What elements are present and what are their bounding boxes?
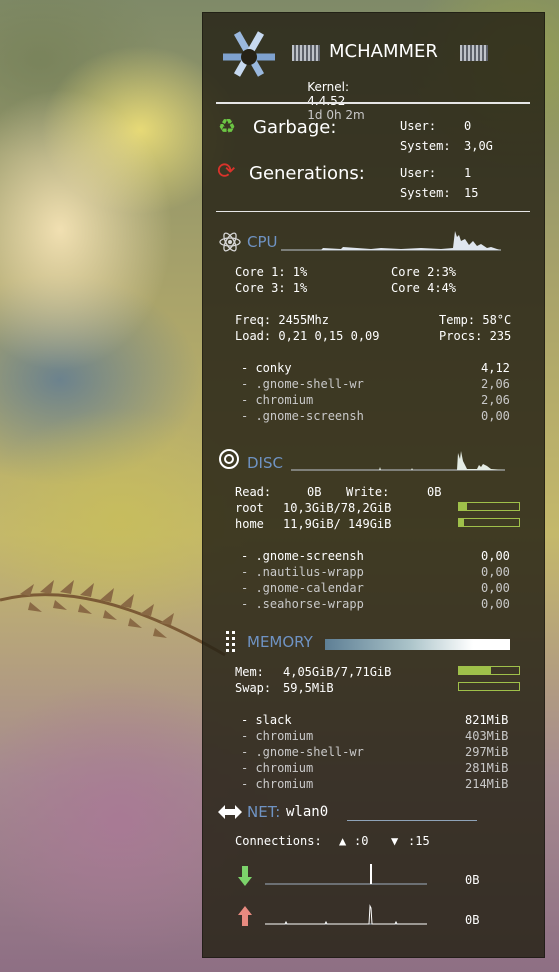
disc-write-label: Write: (346, 485, 390, 499)
up-arrow-icon (238, 906, 252, 926)
refresh-icon: ⟳ (217, 159, 236, 184)
home-usage-bar (458, 518, 520, 527)
home-usage: 11,9GiB/ 149GiB (283, 517, 392, 531)
swap-usage-bar (458, 682, 520, 691)
memory-process-value: 403MiB (465, 729, 509, 743)
disc-title: DISC (247, 454, 283, 472)
memory-process-value: 281MiB (465, 761, 509, 775)
nix-divider (216, 211, 530, 212)
mem-usage-bar (458, 666, 520, 675)
mem-label: Mem: (235, 665, 264, 679)
disc-read-label: Read: (235, 485, 272, 499)
garbage-user-value: 0 (464, 119, 472, 133)
root-label: root (235, 501, 264, 515)
cpu-core1: Core 1: 1% (235, 265, 308, 279)
recycle-icon: ♻ (218, 114, 236, 138)
garbage-system-label: System: (400, 139, 451, 153)
cpu-procs: Procs: 235 (439, 329, 512, 343)
cpu-process-name: - .gnome-screensh (241, 409, 364, 423)
conky-panel: MCHAMMER Kernel: 4.4.52 1d 0h 2m ♻ Garba… (202, 12, 545, 958)
cpu-load: Load: 0,21 0,15 0,09 (235, 329, 380, 343)
cpu-process-value: 2,06 (481, 393, 510, 407)
disc-read-value: 0B (307, 485, 322, 499)
cpu-process-value: 2,06 (481, 377, 510, 391)
header-divider (216, 102, 530, 104)
down-arrow-icon (238, 866, 252, 886)
garbage-user-label: User: (400, 119, 437, 133)
cpu-core3: Core 3: 1% (235, 281, 308, 295)
memory-gradient-bar (325, 639, 510, 650)
cpu-process-name: - .gnome-shell-wr (241, 377, 364, 391)
connections-label: Connections: (235, 834, 322, 848)
connections-out: :15 (408, 834, 430, 848)
generations-label: Generations: (249, 163, 365, 184)
root-usage-bar (458, 502, 520, 511)
username: MCHAMMER (329, 41, 438, 62)
garbage-system-value: 3,0G (464, 139, 493, 153)
double-arrow-icon (218, 805, 242, 819)
cpu-core4: Core 4:4% (391, 281, 457, 295)
swap-usage: 59,5MiB (283, 681, 334, 695)
cpu-process-name: - conky (241, 361, 292, 375)
upload-graph (265, 904, 427, 925)
garbage-label: Garbage: (253, 117, 337, 138)
upload-value: 0B (465, 913, 480, 927)
atom-icon (219, 232, 241, 252)
disc-write-value: 0B (427, 485, 442, 499)
cpu-title: CPU (247, 233, 278, 251)
disc-process-name: - .seahorse-wrapp (241, 597, 364, 611)
swap-label: Swap: (235, 681, 272, 695)
generations-user-value: 1 (464, 166, 472, 180)
mem-usage-fill (459, 667, 491, 674)
mem-usage: 4,05GiB/7,71GiB (283, 665, 392, 679)
cpu-graph (281, 231, 501, 251)
disc-process-name: - .gnome-screensh (241, 549, 364, 563)
username-left-block (292, 45, 320, 61)
generations-system-value: 15 (464, 186, 479, 200)
disc-process-name: - .gnome-calendar (241, 581, 364, 595)
net-title: NET: (247, 803, 281, 821)
nixos-snowflake-icon (223, 31, 275, 77)
cpu-process-name: - chromium (241, 393, 314, 407)
net-interface-underline (347, 820, 477, 821)
memory-process-name: - chromium (241, 761, 314, 775)
memory-process-name: - slack (241, 713, 292, 727)
memory-process-name: - chromium (241, 729, 314, 743)
memory-title: MEMORY (247, 633, 313, 651)
cpu-freq: Freq: 2455Mhz (235, 313, 329, 327)
home-usage-fill (459, 519, 464, 526)
disc-process-value: 0,00 (481, 597, 510, 611)
net-interface: wlan0 (286, 804, 329, 820)
disc-process-value: 0,00 (481, 565, 510, 579)
cpu-temp: Temp: 58°C (439, 313, 512, 327)
generations-user-label: User: (400, 166, 437, 180)
cpu-process-value: 4,12 (481, 361, 510, 375)
cpu-process-value: 0,00 (481, 409, 510, 423)
memory-process-value: 214MiB (465, 777, 509, 791)
memory-process-value: 297MiB (465, 745, 509, 759)
root-usage: 10,3GiB/78,2GiB (283, 501, 392, 515)
memory-process-name: - .gnome-shell-wr (241, 745, 364, 759)
disc-icon (219, 449, 239, 469)
username-right-block (460, 45, 488, 61)
generations-system-label: System: (400, 186, 451, 200)
download-graph (265, 864, 427, 885)
cpu-core2: Core 2:3% (391, 265, 457, 279)
root-usage-fill (459, 503, 467, 510)
disc-graph (291, 451, 505, 471)
download-value: 0B (465, 873, 480, 887)
memory-dots-icon (226, 631, 235, 652)
memory-process-name: - chromium (241, 777, 314, 791)
kernel-label: Kernel: (307, 80, 350, 94)
connections-out-arrow-icon: ▼ (391, 834, 399, 848)
disc-process-value: 0,00 (481, 581, 510, 595)
connections-in-arrow-icon: ▲ (339, 834, 347, 848)
disc-process-name: - .nautilus-wrapp (241, 565, 364, 579)
kernel-version: 4.4.52 (307, 94, 346, 108)
grass-decoration (0, 580, 226, 657)
connections-in: :0 (354, 834, 369, 848)
home-label: home (235, 517, 264, 531)
memory-process-value: 821MiB (465, 713, 509, 727)
disc-process-value: 0,00 (481, 549, 510, 563)
